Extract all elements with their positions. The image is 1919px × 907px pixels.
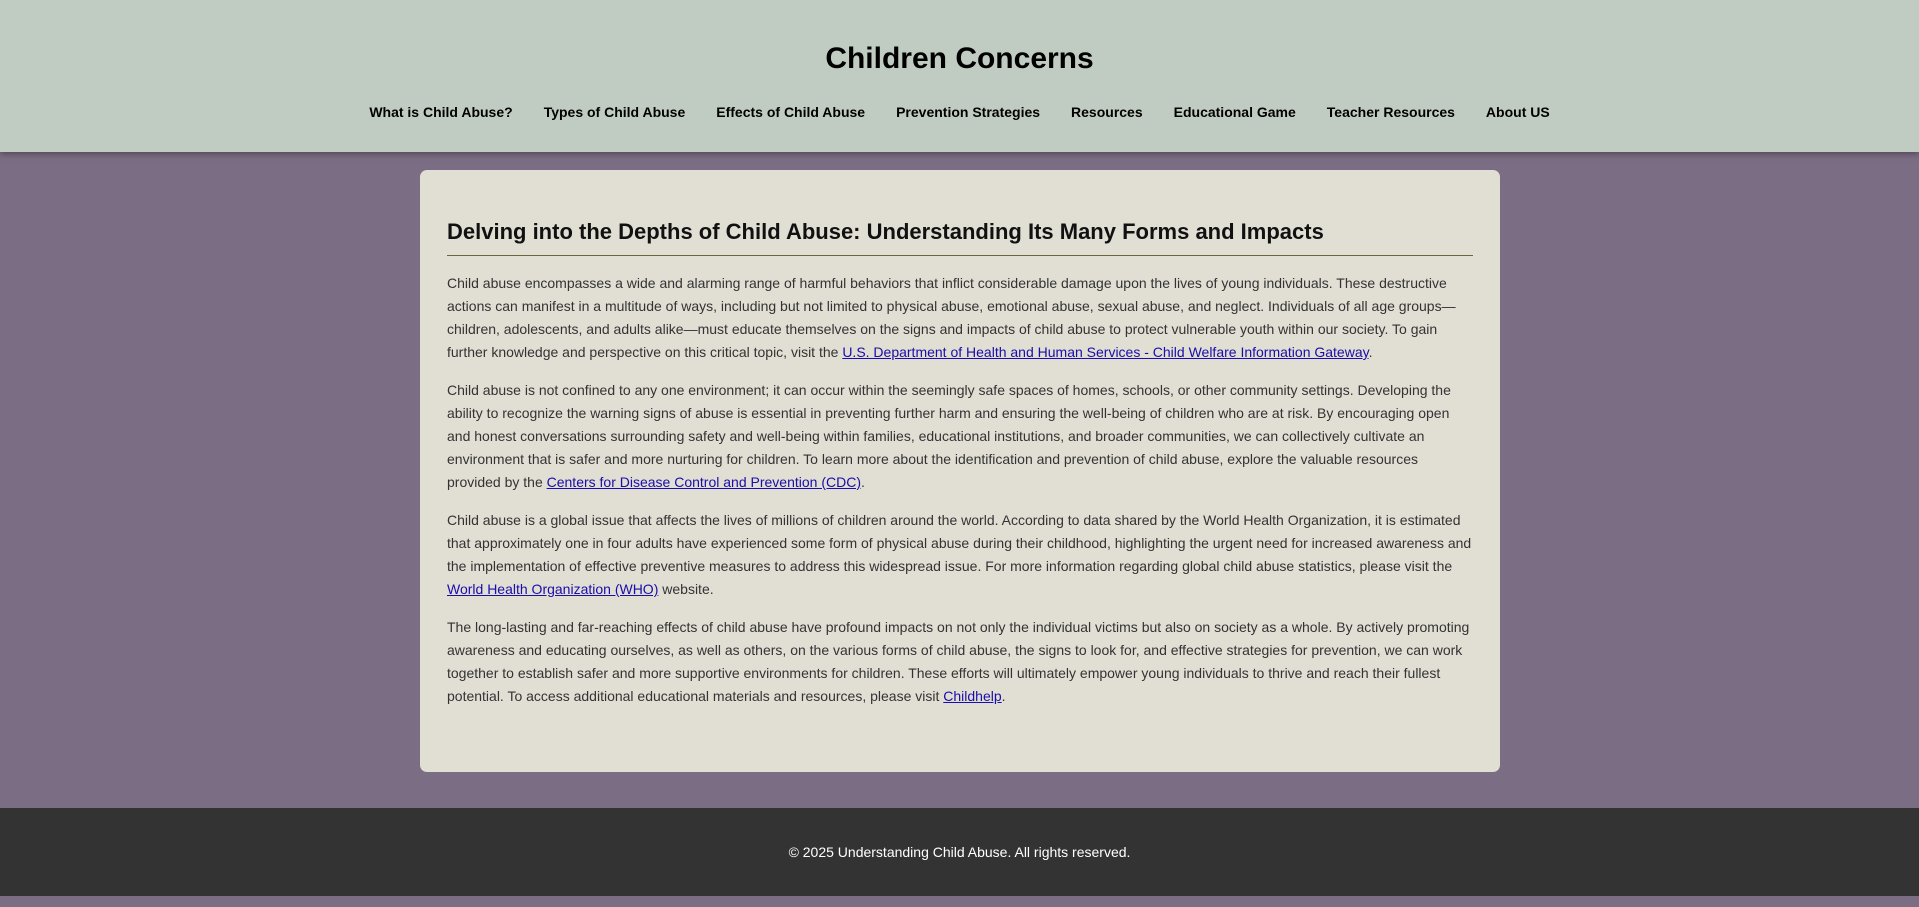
paragraph-intro: Child abuse encompasses a wide and alarm… xyxy=(447,272,1473,364)
copyright-text: © 2025 Understanding Child Abuse. All ri… xyxy=(788,844,1131,860)
link-child-welfare-gateway[interactable]: U.S. Department of Health and Human Serv… xyxy=(842,344,1368,360)
site-footer: © 2025 Understanding Child Abuse. All ri… xyxy=(0,808,1919,896)
paragraph-effects: The long-lasting and far-reaching effect… xyxy=(447,616,1473,708)
nav-link-educational-game[interactable]: Educational Game xyxy=(1174,102,1296,122)
main-nav: What is Child Abuse? Types of Child Abus… xyxy=(0,102,1919,122)
paragraph-text: . xyxy=(1001,688,1006,704)
page-heading: Delving into the Depths of Child Abuse: … xyxy=(447,218,1473,256)
site-header: Children Concerns What is Child Abuse? T… xyxy=(0,0,1919,152)
link-cdc[interactable]: Centers for Disease Control and Preventi… xyxy=(547,474,861,490)
paragraph-global: Child abuse is a global issue that affec… xyxy=(447,509,1473,601)
nav-link-effects-of-child-abuse[interactable]: Effects of Child Abuse xyxy=(716,102,865,122)
site-title: Children Concerns xyxy=(825,42,1094,75)
paragraph-text: website. xyxy=(658,581,714,597)
paragraph-text: . xyxy=(1368,344,1373,360)
nav-link-prevention-strategies[interactable]: Prevention Strategies xyxy=(896,102,1040,122)
link-childhelp[interactable]: Childhelp xyxy=(943,688,1001,704)
paragraph-text: . xyxy=(860,474,865,490)
nav-link-what-is-child-abuse[interactable]: What is Child Abuse? xyxy=(369,102,512,122)
nav-link-teacher-resources[interactable]: Teacher Resources xyxy=(1327,102,1455,122)
paragraph-environment: Child abuse is not confined to any one e… xyxy=(447,379,1473,494)
content-card: Delving into the Depths of Child Abuse: … xyxy=(420,170,1500,772)
nav-link-types-of-child-abuse[interactable]: Types of Child Abuse xyxy=(544,102,686,122)
link-who[interactable]: World Health Organization (WHO) xyxy=(447,581,658,597)
nav-link-about-us[interactable]: About US xyxy=(1486,102,1550,122)
nav-link-resources[interactable]: Resources xyxy=(1071,102,1143,122)
paragraph-text: Child abuse is a global issue that affec… xyxy=(447,512,1472,574)
